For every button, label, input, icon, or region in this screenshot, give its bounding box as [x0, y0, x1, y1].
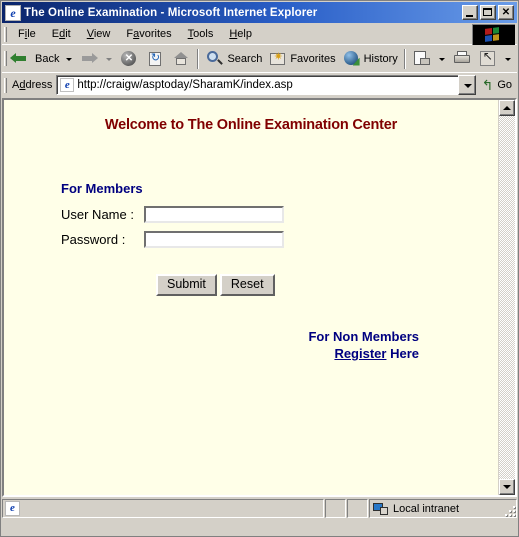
menu-tools[interactable]: Tools: [180, 26, 222, 42]
toolbar-separator-2: [403, 48, 406, 69]
search-icon: [205, 49, 225, 69]
resize-grip[interactable]: [503, 504, 515, 516]
status-bar: Local intranet: [2, 498, 517, 519]
menu-help[interactable]: Help: [221, 26, 260, 42]
status-pane-3: [347, 499, 368, 518]
title-bar: e The Online Examination - Microsoft Int…: [2, 2, 517, 23]
scroll-up-button[interactable]: [499, 100, 515, 116]
form-buttons: Submit Reset: [4, 274, 498, 296]
navigation-toolbar: Back ✕ Search Favorites History: [2, 44, 517, 72]
menu-grip[interactable]: [4, 26, 7, 42]
favorites-button[interactable]: Favorites: [265, 47, 338, 70]
security-zone-pane[interactable]: Local intranet: [369, 499, 517, 518]
status-pane-2: [325, 499, 346, 518]
history-button[interactable]: History: [339, 47, 401, 70]
favorites-icon: [268, 49, 288, 69]
close-button[interactable]: ✕: [498, 5, 514, 20]
menu-bar: File Edit View Favorites Tools Help: [2, 24, 517, 45]
edit-icon: [478, 49, 498, 69]
home-icon: [171, 49, 191, 69]
window-controls: ✕: [462, 5, 515, 20]
menu-file[interactable]: File: [10, 26, 44, 42]
forward-history-dropdown-icon[interactable]: [106, 58, 113, 61]
address-grip[interactable]: [4, 77, 7, 93]
refresh-button[interactable]: [142, 47, 168, 70]
refresh-icon: [145, 49, 165, 69]
back-history-dropdown-icon[interactable]: [66, 58, 73, 61]
toolbar-grip[interactable]: [4, 51, 7, 66]
password-input[interactable]: [143, 231, 284, 248]
home-button[interactable]: [168, 47, 194, 70]
edit-dropdown-icon[interactable]: [504, 58, 511, 61]
back-arrow-icon: [10, 49, 33, 69]
minimize-button[interactable]: [462, 5, 478, 20]
menu-view[interactable]: View: [79, 26, 119, 42]
mail-button[interactable]: [409, 47, 435, 70]
username-row: User Name :: [61, 202, 284, 227]
content-area: Welcome to The Online Examination Center…: [2, 98, 517, 497]
back-button[interactable]: Back: [10, 47, 62, 70]
page-title: Welcome to The Online Examination Center: [104, 117, 398, 133]
menu-edit[interactable]: Edit: [44, 26, 79, 42]
toolbar-overflow-button[interactable]: »: [515, 49, 518, 69]
security-zone-label: Local intranet: [393, 502, 460, 515]
address-input-wrapper[interactable]: http://craigw/asptoday/SharamK/index.asp: [56, 75, 459, 95]
register-link[interactable]: Register: [334, 346, 386, 361]
username-label: User Name :: [61, 207, 134, 222]
non-members-heading: For Non Members: [308, 329, 419, 344]
forward-arrow-icon: [79, 49, 99, 69]
login-form: User Name : Password :: [61, 202, 284, 252]
address-bar: Address http://craigw/asptoday/SharamK/i…: [2, 72, 517, 98]
reset-button[interactable]: Reset: [219, 274, 275, 296]
forward-button[interactable]: [76, 47, 102, 70]
address-label: Address: [12, 79, 53, 91]
edit-button[interactable]: [475, 47, 501, 70]
register-suffix: Here: [386, 346, 419, 361]
address-input[interactable]: http://craigw/asptoday/SharamK/index.asp: [77, 79, 458, 91]
menu-favorites[interactable]: Favorites: [118, 26, 179, 42]
history-icon: [342, 49, 362, 69]
non-members-section: For Non Members Register Here: [4, 328, 419, 362]
register-line: Register Here: [4, 345, 419, 362]
print-icon: [452, 49, 472, 69]
page-icon: [60, 78, 75, 92]
ie-document-icon: e: [5, 4, 21, 21]
search-button[interactable]: Search: [202, 47, 265, 70]
mail-icon: [412, 49, 432, 69]
local-intranet-icon: [373, 502, 389, 516]
stop-icon: ✕: [119, 49, 139, 69]
password-row: Password :: [61, 227, 284, 252]
browser-window: e The Online Examination - Microsoft Int…: [0, 0, 519, 537]
print-button[interactable]: [449, 47, 475, 70]
password-label: Password :: [61, 232, 126, 247]
go-arrow-icon: [480, 78, 495, 92]
mail-dropdown-icon[interactable]: [438, 58, 445, 61]
maximize-button[interactable]: [480, 5, 496, 20]
vertical-scrollbar[interactable]: [498, 100, 515, 495]
username-input[interactable]: [143, 206, 284, 223]
address-dropdown-button[interactable]: [458, 75, 477, 95]
status-message-pane: [2, 499, 324, 518]
submit-button[interactable]: Submit: [156, 274, 217, 296]
members-heading: For Members: [61, 181, 143, 196]
go-button[interactable]: Go: [476, 74, 517, 96]
toolbar-separator: [197, 48, 200, 69]
stop-button[interactable]: ✕: [116, 47, 142, 70]
ie-animated-logo-icon: [472, 24, 515, 45]
web-page: Welcome to The Online Examination Center…: [4, 100, 498, 495]
window-title: The Online Examination - Microsoft Inter…: [24, 6, 318, 19]
status-ie-icon: [5, 501, 20, 516]
scroll-down-button[interactable]: [499, 479, 515, 495]
